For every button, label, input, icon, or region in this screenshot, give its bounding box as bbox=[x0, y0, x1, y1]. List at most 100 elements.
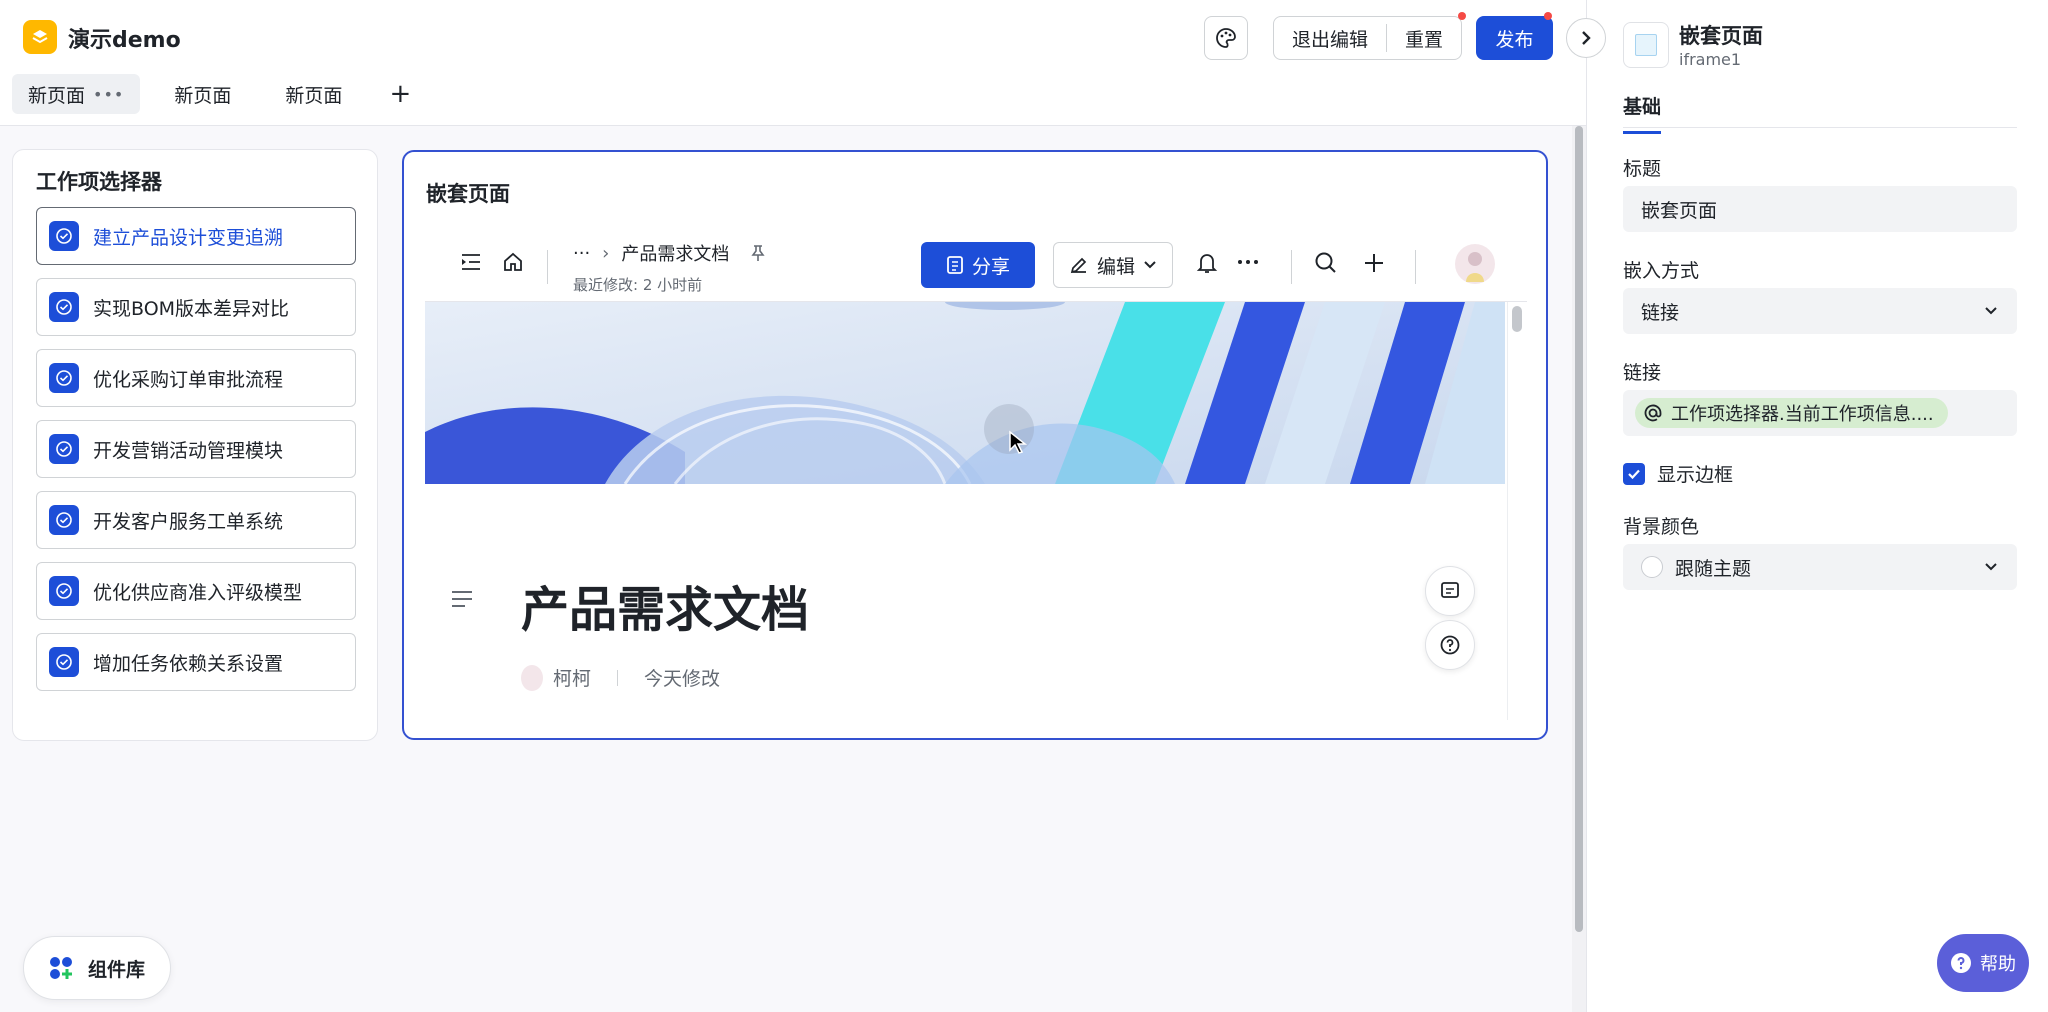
selector-item-label: 增加任务依赖关系设置 bbox=[93, 652, 284, 675]
work-item-selector[interactable]: 工作项选择器 建立产品设计变更追溯 实现BOM版本差异对比 优化采购订单审批流程… bbox=[12, 149, 378, 741]
question-circle-icon bbox=[1951, 953, 1971, 973]
chevron-down-icon bbox=[1144, 261, 1156, 269]
divider bbox=[547, 250, 548, 284]
check-circle-icon bbox=[49, 576, 79, 606]
title-field-label: 标题 bbox=[1623, 158, 1662, 180]
more-horizontal-icon[interactable] bbox=[1235, 250, 1261, 274]
tab-label: 新页面 bbox=[28, 84, 86, 107]
show-border-label: 显示边框 bbox=[1657, 464, 1734, 486]
title-field[interactable]: 嵌套页面 bbox=[1623, 186, 2017, 232]
show-border-row[interactable]: 显示边框 bbox=[1623, 460, 1733, 487]
divider bbox=[617, 669, 619, 686]
property-panel: 嵌套页面 iframe1 基础 标题 嵌套页面 嵌入方式 链接 链接 工作项选择… bbox=[1586, 0, 2048, 1012]
edit-label: 编辑 bbox=[1096, 255, 1135, 278]
tab-more-icon[interactable]: ••• bbox=[93, 85, 124, 104]
selector-item[interactable]: 优化采购订单审批流程 bbox=[36, 349, 356, 407]
updated-text: 今天修改 bbox=[644, 668, 721, 690]
title-field-value: 嵌套页面 bbox=[1641, 199, 1718, 222]
doc-meta: 柯柯 今天修改 bbox=[521, 664, 720, 691]
author-name[interactable]: 柯柯 bbox=[553, 664, 591, 691]
exit-edit-button[interactable]: 退出编辑 bbox=[1274, 17, 1386, 59]
share-button[interactable]: 分享 bbox=[921, 242, 1035, 288]
tab-page-2[interactable]: 新页面 bbox=[154, 74, 251, 114]
tab-label: 新页面 bbox=[174, 84, 232, 107]
comment-icon bbox=[1441, 582, 1459, 598]
check-circle-icon bbox=[49, 363, 79, 393]
help-button[interactable]: 帮助 bbox=[1937, 934, 2029, 992]
pin-icon[interactable] bbox=[749, 244, 767, 262]
theme-palette-button[interactable] bbox=[1204, 16, 1248, 60]
link-field[interactable]: 工作项选择器.当前工作项信息.... bbox=[1623, 390, 2017, 436]
iframe-content[interactable]: ··· › 产品需求文档 最近修改: 2 小时前 分享 编辑 产品需求文档 柯柯… bbox=[425, 230, 1527, 720]
components-icon bbox=[50, 957, 72, 979]
checkmark-icon bbox=[1628, 469, 1640, 479]
user-avatar[interactable] bbox=[1455, 244, 1495, 284]
bg-color-value: 跟随主题 bbox=[1675, 557, 1752, 580]
bg-color-label: 背景颜色 bbox=[1623, 516, 1700, 538]
selector-item[interactable]: 增加任务依赖关系设置 bbox=[36, 633, 356, 691]
help-label: 帮助 bbox=[1980, 954, 2016, 975]
publish-button[interactable]: 发布 bbox=[1476, 16, 1553, 60]
check-circle-icon bbox=[49, 292, 79, 322]
tab-label: 新页面 bbox=[285, 84, 343, 107]
mouse-pointer-icon bbox=[1009, 430, 1028, 454]
share-doc-icon bbox=[947, 256, 963, 274]
table-of-contents-icon[interactable] bbox=[449, 588, 475, 610]
collapse-panel-button[interactable] bbox=[1566, 18, 1606, 58]
selector-item[interactable]: 优化供应商准入评级模型 bbox=[36, 562, 356, 620]
divider bbox=[1415, 250, 1416, 284]
doc-toolbar: ··· › 产品需求文档 最近修改: 2 小时前 分享 编辑 bbox=[425, 230, 1527, 302]
reset-button[interactable]: 重置 bbox=[1387, 17, 1461, 59]
scrollbar-thumb[interactable] bbox=[1512, 306, 1522, 332]
divider bbox=[1623, 127, 2017, 128]
show-border-checkbox[interactable] bbox=[1623, 462, 1645, 485]
selector-item[interactable]: 开发客户服务工单系统 bbox=[36, 491, 356, 549]
app-logo-icon bbox=[23, 20, 57, 54]
link-variable-chip[interactable]: 工作项选择器.当前工作项信息.... bbox=[1635, 398, 1948, 428]
selector-list: 建立产品设计变更追溯 实现BOM版本差异对比 优化采购订单审批流程 开发营销活动… bbox=[36, 207, 368, 727]
selector-item[interactable]: 建立产品设计变更追溯 bbox=[36, 207, 356, 265]
add-icon[interactable] bbox=[1361, 250, 1387, 276]
selector-item-label: 建立产品设计变更追溯 bbox=[93, 226, 284, 249]
link-field-label: 链接 bbox=[1623, 362, 1662, 384]
component-library-button[interactable]: 组件库 bbox=[23, 936, 171, 1000]
breadcrumb-more-icon[interactable]: ··· bbox=[573, 243, 590, 264]
breadcrumb-current[interactable]: 产品需求文档 bbox=[621, 240, 729, 266]
home-icon[interactable] bbox=[501, 250, 525, 274]
selector-title: 工作项选择器 bbox=[36, 170, 162, 194]
help-float-button[interactable] bbox=[1425, 620, 1475, 670]
iframe-scrollbar[interactable] bbox=[1507, 302, 1527, 720]
iframe-component-icon bbox=[1623, 22, 1669, 68]
outline-toggle-icon[interactable] bbox=[459, 250, 483, 274]
tab-page-3[interactable]: 新页面 bbox=[265, 74, 362, 114]
selector-item-label: 开发客户服务工单系统 bbox=[93, 510, 284, 533]
chevron-right-icon: › bbox=[602, 242, 610, 264]
page-tabs: 新页面 ••• 新页面 新页面 + bbox=[12, 74, 418, 114]
selector-item[interactable]: 开发营销活动管理模块 bbox=[36, 420, 356, 478]
chevron-down-icon bbox=[1985, 307, 1997, 315]
doc-title: 产品需求文档 bbox=[521, 582, 810, 638]
at-sign-icon bbox=[1644, 404, 1662, 422]
check-circle-icon bbox=[49, 505, 79, 535]
selector-item[interactable]: 实现BOM版本差异对比 bbox=[36, 278, 356, 336]
check-circle-icon bbox=[49, 647, 79, 677]
check-circle-icon bbox=[49, 221, 79, 251]
doc-cover-image bbox=[425, 302, 1505, 484]
selector-item-label: 优化采购订单审批流程 bbox=[93, 368, 284, 391]
edit-dropdown-button[interactable]: 编辑 bbox=[1053, 242, 1173, 288]
canvas-scrollbar[interactable] bbox=[1572, 126, 1586, 1012]
bell-icon[interactable] bbox=[1195, 250, 1219, 276]
search-icon[interactable] bbox=[1313, 250, 1339, 276]
nested-page-component[interactable]: 嵌套页面 ··· › 产品需求文档 最近修改: 2 小时前 分享 编辑 产品需求… bbox=[402, 150, 1548, 740]
tab-page-1[interactable]: 新页面 ••• bbox=[12, 74, 141, 114]
embed-mode-select[interactable]: 链接 bbox=[1623, 288, 2017, 334]
scrollbar-thumb[interactable] bbox=[1575, 126, 1583, 932]
divider bbox=[1291, 250, 1292, 284]
comment-float-button[interactable] bbox=[1425, 566, 1475, 616]
add-page-icon[interactable]: + bbox=[382, 74, 418, 114]
selector-item-label: 开发营销活动管理模块 bbox=[93, 439, 284, 462]
bg-color-select[interactable]: 跟随主题 bbox=[1623, 544, 2017, 590]
selector-item-label: 优化供应商准入评级模型 bbox=[93, 581, 303, 604]
reset-notification-dot bbox=[1458, 12, 1466, 20]
author-avatar bbox=[521, 664, 543, 691]
